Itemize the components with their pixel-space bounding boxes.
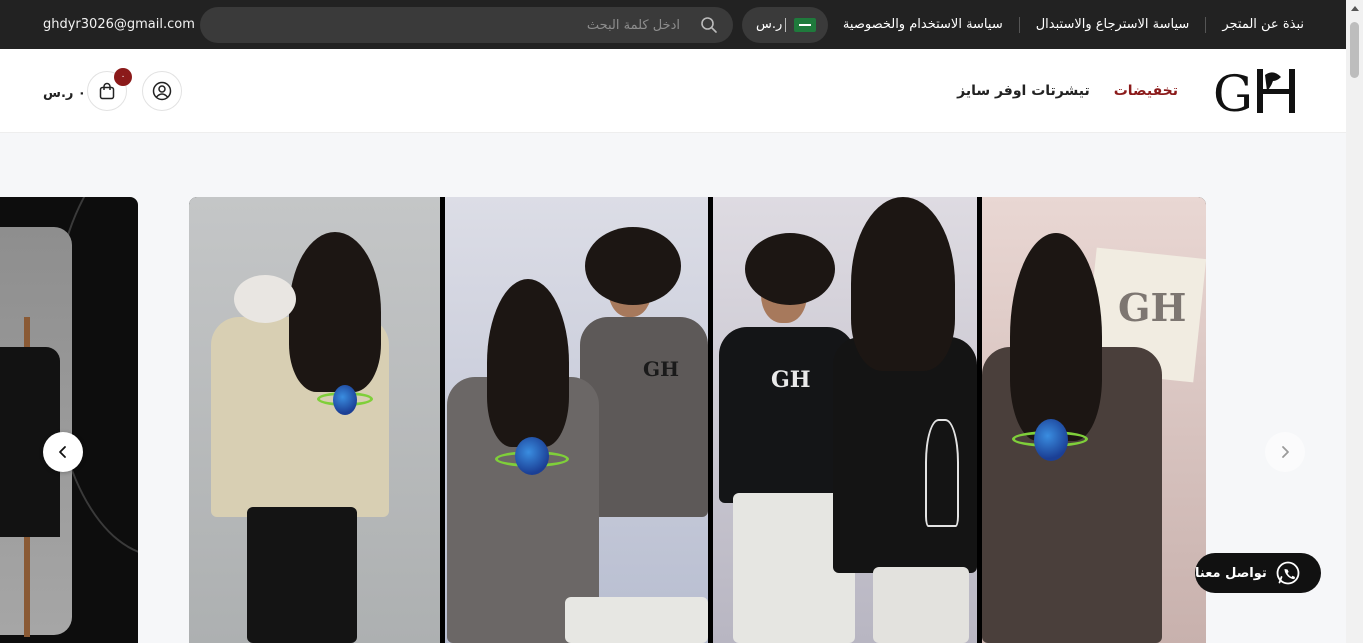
photo-panel-2: GH <box>445 197 708 643</box>
shirt-print-logo-2: GH <box>771 367 811 393</box>
top-links: نبذة عن المتجر سياسة الاسترجاع والاستبدا… <box>827 0 1304 49</box>
bag-print-logo: GH <box>1118 285 1187 330</box>
svg-text:G: G <box>1213 65 1253 117</box>
scroll-up-arrow[interactable] <box>1351 6 1359 11</box>
main-header: G تخفيضات تيشرتات اوفر سايز ٠ ٠ ر.س <box>0 49 1346 133</box>
chevron-left-icon <box>59 446 66 458</box>
link-privacy-policy[interactable]: سياسة الاستخدام والخصوصية <box>827 17 1019 33</box>
store-logo[interactable]: G <box>1213 65 1303 117</box>
whatsapp-label: تواصل معنا <box>1195 565 1267 581</box>
chevron-right-icon <box>1282 446 1289 458</box>
photo-panel-1 <box>189 197 440 643</box>
whatsapp-icon <box>1276 561 1300 585</box>
main-nav: تخفيضات تيشرتات اوفر سايز <box>957 83 1178 99</box>
currency-label: ر.س <box>756 17 783 32</box>
search-input[interactable] <box>220 7 680 43</box>
photo-panel-4: GH <box>982 197 1206 643</box>
whatsapp-contact-button[interactable]: تواصل معنا <box>1195 553 1321 593</box>
nav-sales[interactable]: تخفيضات <box>1114 83 1178 99</box>
search-icon[interactable] <box>700 16 718 34</box>
carousel-next-button[interactable] <box>1265 432 1305 472</box>
saudi-flag-icon <box>794 18 816 32</box>
currency-selector[interactable]: ر.س <box>742 7 828 43</box>
link-return-policy[interactable]: سياسة الاسترجاع والاستبدال <box>1018 16 1206 33</box>
nav-oversize-tshirts[interactable]: تيشرتات اوفر سايز <box>957 83 1090 99</box>
shirt-print-logo-1: GH <box>643 357 679 381</box>
previous-slide[interactable] <box>0 197 138 643</box>
currency-divider <box>785 18 786 32</box>
photo-panel-3: GH <box>713 197 977 643</box>
account-button[interactable] <box>142 71 182 111</box>
carousel-prev-button[interactable] <box>43 432 83 472</box>
shopping-bag-icon <box>99 82 115 100</box>
cart-count-badge: ٠ <box>114 68 132 86</box>
link-about-store[interactable]: نبذة عن المتجر <box>1205 16 1304 33</box>
scrollbar-thumb[interactable] <box>1350 22 1359 78</box>
store-email[interactable]: ghdyr3026@gmail.com <box>43 17 195 32</box>
top-bar: ghdyr3026@gmail.com ر.س نبذة عن المتجر س… <box>0 0 1346 49</box>
page-scrollbar[interactable] <box>1346 0 1363 643</box>
hero-slide[interactable]: GH GH GH <box>189 197 1206 643</box>
user-icon <box>152 81 172 101</box>
search-box <box>200 7 733 43</box>
cart-total[interactable]: ٠ ر.س <box>43 86 86 101</box>
